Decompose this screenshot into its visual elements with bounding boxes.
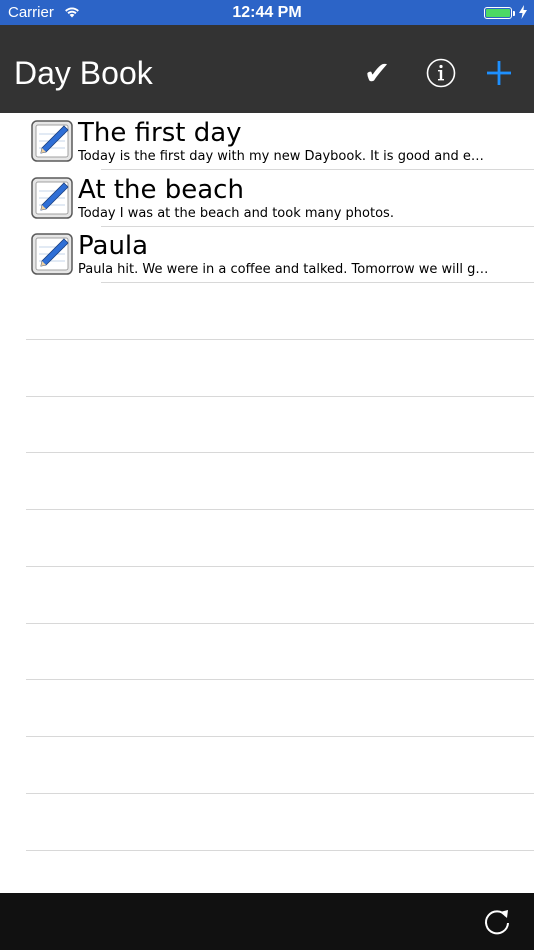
- entry-snippet: Today is the first day with my new Daybo…: [78, 149, 490, 164]
- checkmark-icon: ✔: [363, 54, 391, 92]
- empty-row-divider: [26, 452, 534, 453]
- done-button[interactable]: ✔: [354, 50, 400, 96]
- info-button[interactable]: [418, 50, 464, 96]
- empty-row-divider: [26, 793, 534, 794]
- add-entry-button[interactable]: [476, 50, 522, 96]
- empty-row-divider: [26, 736, 534, 737]
- edit-note-icon: [31, 233, 73, 275]
- entry-snippet: Today I was at the beach and took many p…: [78, 206, 394, 221]
- empty-row-divider: [26, 850, 534, 851]
- empty-row-divider: [26, 396, 534, 397]
- refresh-button[interactable]: [480, 905, 514, 939]
- edit-note-icon: [31, 120, 73, 162]
- page-title: Day Book: [14, 55, 153, 91]
- entry-title: The first day: [78, 118, 242, 148]
- empty-row-divider: [26, 339, 534, 340]
- entry-title: At the beach: [78, 175, 244, 205]
- entry-title: Paula: [78, 231, 149, 261]
- battery-icon: [484, 7, 515, 19]
- clock: 12:44 PM: [232, 4, 302, 21]
- row-divider: [101, 282, 534, 283]
- plus-icon: [487, 61, 511, 85]
- empty-row-divider: [26, 566, 534, 567]
- charging-bolt-icon: [519, 5, 527, 24]
- list-item[interactable]: The first day Today is the first day wit…: [0, 113, 534, 170]
- entries-list: The first day Today is the first day wit…: [0, 113, 534, 893]
- bottom-toolbar: [0, 893, 534, 950]
- entry-snippet: Paula hit. We were in a coffee and talke…: [78, 262, 490, 277]
- navigation-bar: Day Book ✔: [0, 25, 534, 113]
- empty-row-divider: [26, 679, 534, 680]
- edit-note-icon: [31, 177, 73, 219]
- empty-row-divider: [26, 623, 534, 624]
- refresh-icon: [485, 910, 509, 935]
- list-item[interactable]: At the beach Today I was at the beach an…: [0, 170, 534, 227]
- info-icon: [426, 58, 456, 88]
- empty-row-divider: [26, 509, 534, 510]
- status-bar: Carrier 12:44 PM: [0, 0, 534, 25]
- list-item[interactable]: Paula Paula hit. We were in a coffee and…: [0, 226, 534, 283]
